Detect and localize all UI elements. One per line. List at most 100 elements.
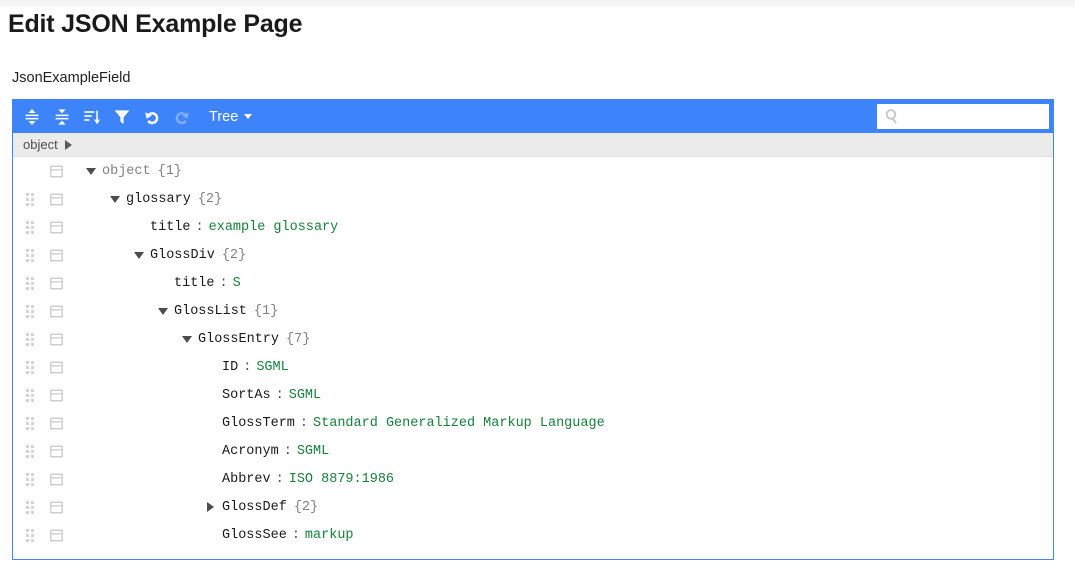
child-count: {7} (286, 331, 311, 347)
context-menu-icon[interactable] (49, 353, 63, 381)
collapse-all-icon[interactable] (49, 104, 75, 130)
key-value-separator: : (219, 275, 228, 291)
expand-all-icon[interactable] (19, 104, 45, 130)
drag-handle-icon[interactable] (23, 465, 37, 493)
tree-key[interactable]: Abbrev (222, 472, 271, 487)
tree-row: Abbrev: ISO 8879:1986 (13, 465, 1053, 493)
context-menu-icon[interactable] (49, 409, 63, 437)
key-value-separator: : (283, 443, 292, 459)
tree-key[interactable]: GlossList (174, 304, 247, 319)
context-menu-icon[interactable] (49, 493, 63, 521)
tree-value[interactable]: SGML (256, 360, 288, 375)
field-label: JsonExampleField (12, 70, 131, 86)
drag-handle-icon[interactable] (23, 437, 37, 465)
tree-key[interactable]: title (150, 220, 191, 235)
key-value-separator: : (275, 471, 284, 487)
filter-icon[interactable] (109, 104, 135, 130)
redo-icon[interactable] (169, 104, 195, 130)
child-count: {2} (221, 247, 247, 263)
tree-row: GlossDef {2} (13, 493, 1053, 521)
tree-value[interactable]: markup (305, 528, 354, 543)
tree-key[interactable]: GlossSee (222, 528, 287, 543)
tree-field: title: S (157, 276, 241, 291)
drag-handle-placeholder (23, 157, 37, 185)
drag-handle-icon[interactable] (23, 213, 37, 241)
tree-key[interactable]: glossary (126, 192, 191, 207)
drag-handle-icon[interactable] (23, 185, 37, 213)
tree-field: GlossDef {2} (205, 493, 318, 521)
search-icon (884, 108, 901, 130)
child-count: {2} (293, 499, 319, 515)
tree-key[interactable]: SortAs (222, 388, 271, 403)
context-menu-icon[interactable] (49, 213, 63, 241)
drag-handle-icon[interactable] (23, 269, 37, 297)
context-menu-icon[interactable] (49, 157, 63, 185)
search-box (877, 104, 1075, 130)
mode-select-label: Tree (209, 108, 239, 125)
drag-handle-icon[interactable] (23, 381, 37, 409)
drag-handle-icon[interactable] (23, 325, 37, 353)
sort-icon[interactable] (79, 104, 105, 130)
context-menu-icon[interactable] (49, 241, 63, 269)
context-menu-icon[interactable] (49, 465, 63, 493)
key-value-separator: : (275, 387, 284, 403)
context-menu-icon[interactable] (49, 521, 63, 549)
tree-key[interactable]: Acronym (222, 444, 279, 459)
collapse-toggle-icon[interactable] (133, 241, 144, 269)
tree-row: glossary {2} (13, 185, 1053, 213)
drag-handle-icon[interactable] (23, 353, 37, 381)
context-menu-icon[interactable] (49, 269, 63, 297)
json-tree: object {1} glossary {2} title: example glossa… (13, 157, 1053, 557)
tree-field: Abbrev: ISO 8879:1986 (205, 472, 394, 487)
tree-row: Acronym: SGML (13, 437, 1053, 465)
drag-handle-icon[interactable] (23, 409, 37, 437)
tree-field: ID : SGML (205, 360, 289, 375)
mode-select[interactable]: Tree (205, 107, 256, 127)
key-value-separator: : (299, 415, 309, 431)
breadcrumb-item-object[interactable]: object (23, 137, 58, 152)
collapse-toggle-icon[interactable] (109, 185, 120, 213)
tree-value[interactable]: S (233, 276, 241, 291)
tree-field: Acronym: SGML (205, 444, 329, 459)
tree-key[interactable]: GlossTerm (222, 416, 295, 431)
tree-value[interactable]: ISO 8879:1986 (289, 472, 394, 487)
tree-key[interactable]: GlossDiv (150, 248, 215, 263)
tree-row: GlossEntry {7} (13, 325, 1053, 353)
collapse-toggle-icon[interactable] (85, 157, 96, 185)
context-menu-icon[interactable] (49, 297, 63, 325)
collapse-toggle-icon[interactable] (181, 325, 192, 353)
tree-key[interactable]: GlossDef (222, 500, 287, 515)
tree-row: GlossDiv {2} (13, 241, 1053, 269)
tree-key[interactable]: title (174, 276, 215, 291)
page-title: Edit JSON Example Page (8, 10, 303, 38)
key-value-separator: : (195, 219, 204, 235)
drag-handle-icon[interactable] (23, 241, 37, 269)
context-menu-icon[interactable] (49, 325, 63, 353)
tree-row: GlossList {1} (13, 297, 1053, 325)
tree-key[interactable]: ID (222, 360, 238, 375)
tree-key[interactable]: GlossEntry (198, 332, 279, 347)
context-menu-icon[interactable] (49, 381, 63, 409)
collapse-toggle-icon[interactable] (157, 297, 168, 325)
drag-handle-icon[interactable] (23, 521, 37, 549)
context-menu-icon[interactable] (49, 185, 63, 213)
drag-handle-icon[interactable] (23, 493, 37, 521)
tree-value[interactable]: SGML (297, 444, 329, 459)
tree-row: object {1} (13, 157, 1053, 185)
tree-value[interactable]: Standard Generalized Markup Language (313, 416, 605, 431)
tree-row: ID : SGML (13, 353, 1053, 381)
tree-value[interactable]: SGML (289, 388, 321, 403)
tree-value[interactable]: example glossary (209, 220, 339, 235)
tree-field: GlossDiv {2} (133, 241, 246, 269)
context-menu-icon[interactable] (49, 437, 63, 465)
tree-key[interactable]: object (102, 164, 151, 179)
undo-icon[interactable] (139, 104, 165, 130)
search-input[interactable] (902, 105, 1075, 128)
chevron-right-icon (64, 139, 72, 150)
expand-toggle-icon[interactable] (205, 493, 216, 521)
tree-field: glossary {2} (109, 185, 222, 213)
tree-row: SortAs: SGML (13, 381, 1053, 409)
drag-handle-icon[interactable] (23, 297, 37, 325)
tree-field: GlossEntry {7} (181, 325, 310, 353)
child-count: {1} (157, 163, 182, 179)
